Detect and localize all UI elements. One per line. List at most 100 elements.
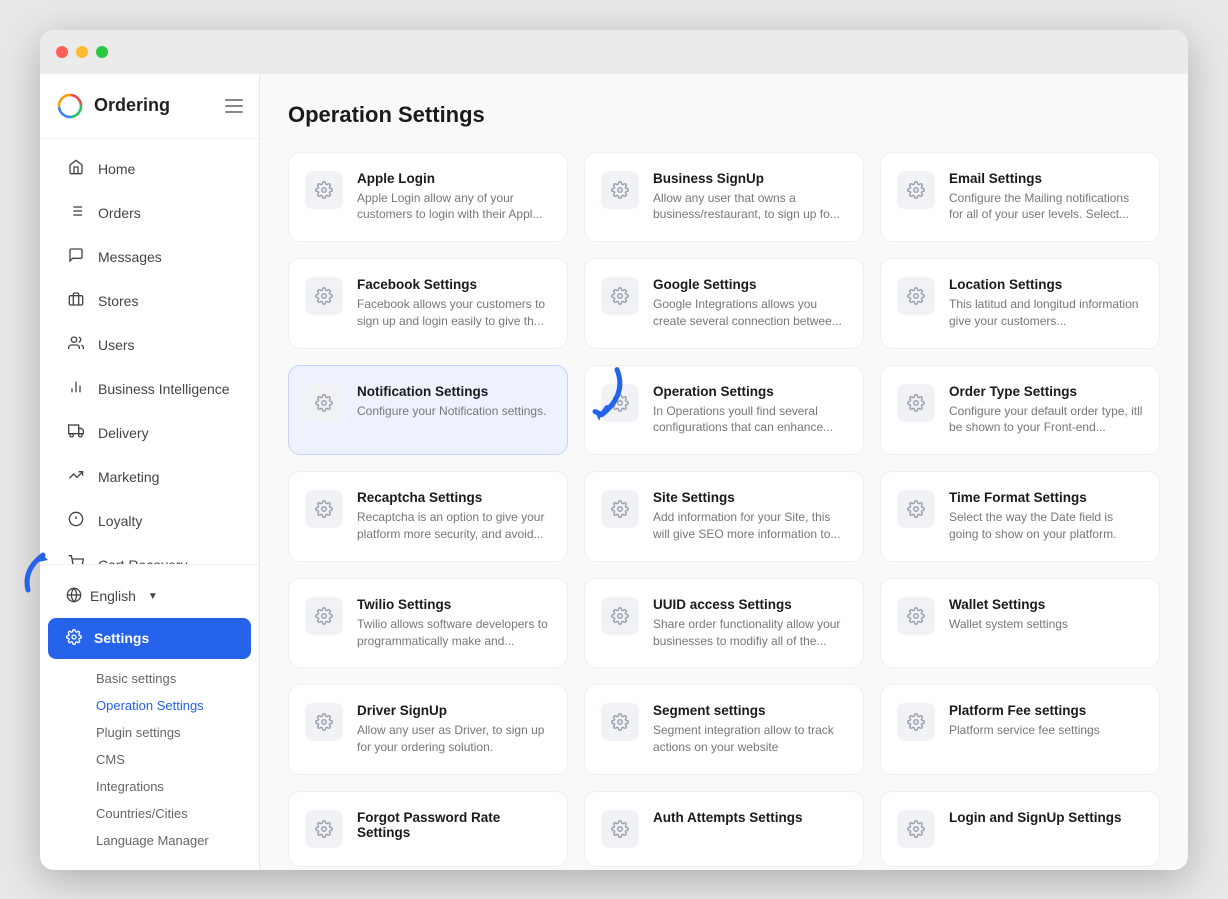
business-intelligence-label: Business Intelligence [98,381,230,397]
card-site-settings[interactable]: Site Settings Add information for your S… [584,471,864,562]
delivery-icon [66,423,86,444]
app-body: Ordering Home Orders [40,74,1188,870]
card-uuid-settings[interactable]: UUID access Settings Share order functio… [584,578,864,669]
card-icon-wrap [897,277,935,315]
sub-nav-plugin-settings[interactable]: Plugin settings [84,719,251,746]
card-icon-wrap [601,810,639,848]
card-auth-attempts[interactable]: Auth Attempts Settings [584,791,864,867]
card-business-signup[interactable]: Business SignUp Allow any user that owns… [584,152,864,243]
delivery-label: Delivery [98,425,149,441]
app-window: Ordering Home Orders [40,30,1188,870]
card-icon-wrap [601,703,639,741]
sidebar-item-business-intelligence[interactable]: Business Intelligence [48,368,251,411]
card-time-format-title: Time Format Settings [949,490,1143,505]
card-notification-settings-title: Notification Settings [357,384,551,399]
language-label: English [90,588,136,604]
sidebar-item-home[interactable]: Home [48,148,251,191]
card-location-settings[interactable]: Location Settings This latitud and longi… [880,258,1160,349]
card-icon-wrap [601,597,639,635]
card-operation-settings-title: Operation Settings [653,384,847,399]
card-body: Login and SignUp Settings [949,810,1143,829]
cart-recovery-icon [66,555,86,564]
sidebar-item-orders[interactable]: Orders [48,192,251,235]
card-body: Forgot Password Rate Settings [357,810,551,844]
card-icon-wrap [305,384,343,422]
card-recaptcha-title: Recaptcha Settings [357,490,551,505]
settings-icon [66,629,82,648]
card-forgot-password[interactable]: Forgot Password Rate Settings [288,791,568,867]
sidebar-item-users[interactable]: Users [48,324,251,367]
card-body: Order Type Settings Configure your defau… [949,384,1143,437]
card-segment-settings[interactable]: Segment settings Segment integration all… [584,684,864,775]
card-google-settings[interactable]: Google Settings Google Integrations allo… [584,258,864,349]
card-order-type-settings[interactable]: Order Type Settings Configure your defau… [880,365,1160,456]
card-icon-wrap [305,703,343,741]
sidebar-item-stores[interactable]: Stores [48,280,251,323]
card-platform-fee-title: Platform Fee settings [949,703,1143,718]
card-body: Driver SignUp Allow any user as Driver, … [357,703,551,756]
card-operation-settings-desc: In Operations youll find several configu… [653,403,847,437]
users-label: Users [98,337,135,353]
business-intelligence-icon [66,379,86,400]
card-body: Wallet Settings Wallet system settings [949,597,1143,633]
sidebar-item-marketing[interactable]: Marketing [48,456,251,499]
dropdown-arrow-icon: ▼ [148,591,158,602]
card-operation-settings[interactable]: Operation Settings In Operations youll f… [584,365,864,456]
card-body: Segment settings Segment integration all… [653,703,847,756]
card-facebook-settings[interactable]: Facebook Settings Facebook allows your c… [288,258,568,349]
card-platform-fee-settings[interactable]: Platform Fee settings Platform service f… [880,684,1160,775]
card-body: Site Settings Add information for your S… [653,490,847,543]
orders-icon [66,203,86,224]
settings-nav-item[interactable]: Settings [48,618,251,659]
card-icon-wrap [897,384,935,422]
card-recaptcha-settings[interactable]: Recaptcha Settings Recaptcha is an optio… [288,471,568,562]
card-icon-wrap [305,810,343,848]
sub-nav-countries-cities[interactable]: Countries/Cities [84,800,251,827]
orders-label: Orders [98,205,141,221]
minimize-dot[interactable] [76,46,88,58]
card-wallet-settings[interactable]: Wallet Settings Wallet system settings [880,578,1160,669]
language-selector[interactable]: English ▼ [48,577,251,616]
card-forgot-password-title: Forgot Password Rate Settings [357,810,551,840]
home-label: Home [98,161,135,177]
messages-icon [66,247,86,268]
card-site-settings-title: Site Settings [653,490,847,505]
card-icon-wrap [601,277,639,315]
card-driver-signup[interactable]: Driver SignUp Allow any user as Driver, … [288,684,568,775]
sidebar-item-cart-recovery[interactable]: Cart Recovery [48,544,251,564]
card-login-signup-title: Login and SignUp Settings [949,810,1143,825]
main-content: Operation Settings Apple Login Apple Log… [260,74,1188,870]
maximize-dot[interactable] [96,46,108,58]
card-order-type-desc: Configure your default order type, itll … [949,403,1143,437]
card-email-settings[interactable]: Email Settings Configure the Mailing not… [880,152,1160,243]
sub-nav-basic-settings[interactable]: Basic settings [84,665,251,692]
sidebar-item-delivery[interactable]: Delivery [48,412,251,455]
sub-nav-integrations[interactable]: Integrations [84,773,251,800]
card-notification-settings[interactable]: Notification Settings Configure your Not… [288,365,568,456]
sidebar-logo: Ordering [40,74,259,139]
card-body: Google Settings Google Integrations allo… [653,277,847,330]
card-twilio-settings[interactable]: Twilio Settings Twilio allows software d… [288,578,568,669]
card-icon-wrap [305,171,343,209]
titlebar [40,30,1188,74]
sub-nav: Basic settings Operation Settings Plugin… [48,661,251,858]
card-apple-login[interactable]: Apple Login Apple Login allow any of you… [288,152,568,243]
sidebar-item-messages[interactable]: Messages [48,236,251,279]
sidebar-item-loyalty[interactable]: Loyalty [48,500,251,543]
close-dot[interactable] [56,46,68,58]
card-icon-wrap [897,703,935,741]
globe-icon [66,587,82,606]
card-wallet-title: Wallet Settings [949,597,1143,612]
sub-nav-operation-settings[interactable]: Operation Settings [84,692,251,719]
sidebar: Ordering Home Orders [40,74,260,870]
card-twilio-desc: Twilio allows software developers to pro… [357,616,551,650]
card-twilio-title: Twilio Settings [357,597,551,612]
hamburger-icon[interactable] [225,99,243,113]
card-time-format-settings[interactable]: Time Format Settings Select the way the … [880,471,1160,562]
card-body: Recaptcha Settings Recaptcha is an optio… [357,490,551,543]
card-body: Facebook Settings Facebook allows your c… [357,277,551,330]
sub-nav-language-manager[interactable]: Language Manager [84,827,251,854]
sub-nav-cms[interactable]: CMS [84,746,251,773]
sidebar-nav: Home Orders Messages [40,139,259,564]
card-login-signup[interactable]: Login and SignUp Settings [880,791,1160,867]
